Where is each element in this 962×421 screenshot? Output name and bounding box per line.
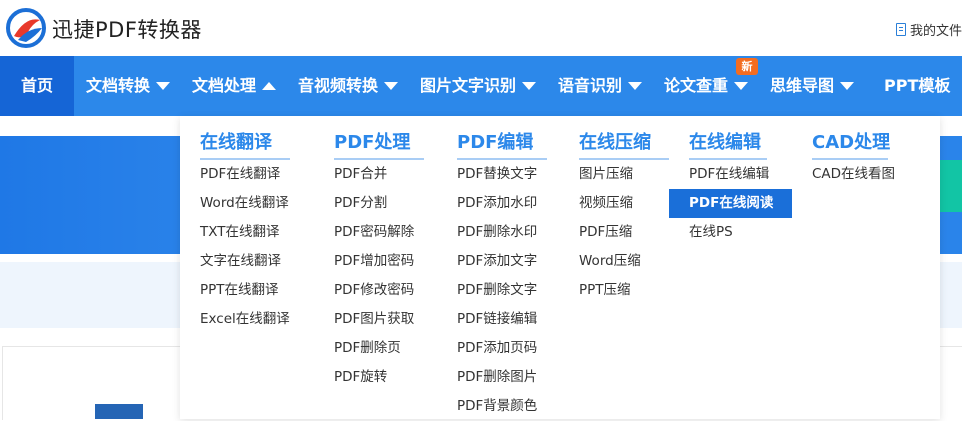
col-title-online-edit: 在线编辑: [689, 128, 767, 160]
nav-item-label: PPT模板: [884, 76, 951, 95]
chevron-down-icon: [156, 82, 171, 90]
nav-item-label: 思维导图: [770, 76, 835, 95]
nav-item-doc-process[interactable]: 文档处理: [192, 56, 277, 116]
nav-item-label: 文档转换: [86, 76, 151, 95]
menu-item-cad-viewer[interactable]: CAD在线看图: [812, 160, 895, 189]
nav-item-doc-convert[interactable]: 文档转换: [86, 56, 171, 116]
menu-item-pdf-replace-text[interactable]: PDF替换文字: [457, 160, 537, 189]
menu-item-pdf-compress[interactable]: PDF压缩: [579, 218, 632, 247]
menu-item-pdf-change-password[interactable]: PDF修改密码: [334, 276, 414, 305]
menu-item-pdf-link-edit[interactable]: PDF链接编辑: [457, 305, 537, 334]
menu-item-ppt-translate[interactable]: PPT在线翻译: [200, 276, 279, 305]
menu-item-pdf-remove-watermark[interactable]: PDF删除水印: [457, 218, 537, 247]
chevron-down-icon: [628, 82, 643, 90]
chevron-down-icon: [522, 82, 537, 90]
menu-item-pdf-delete-text[interactable]: PDF删除文字: [457, 276, 537, 305]
menu-item-online-ps[interactable]: 在线PS: [689, 218, 733, 247]
nav-item-ocr[interactable]: 图片文字识别: [420, 56, 537, 116]
brand-title[interactable]: 迅捷PDF转换器: [52, 14, 202, 44]
header: 迅捷PDF转换器 我的文件: [0, 0, 962, 56]
nav-item-av-convert[interactable]: 音视频转换: [298, 56, 399, 116]
menu-item-pdf-add-password[interactable]: PDF增加密码: [334, 247, 414, 276]
menu-item-pdf-unlock[interactable]: PDF密码解除: [334, 218, 414, 247]
menu-item-pdf-background-color[interactable]: PDF背景颜色: [457, 392, 537, 421]
nav-item-mindmap[interactable]: 思维导图: [770, 56, 855, 116]
doc-process-dropdown: 在线翻译 PDF在线翻译 Word在线翻译 TXT在线翻译 文字在线翻译 PPT…: [180, 116, 940, 419]
col-title-compress: 在线压缩: [579, 128, 669, 160]
nav-item-label: 语音识别: [558, 76, 623, 95]
nav-item-label: 音视频转换: [298, 76, 379, 95]
menu-item-pdf-translate[interactable]: PDF在线翻译: [200, 160, 280, 189]
menu-item-pdf-rotate[interactable]: PDF旋转: [334, 363, 387, 392]
menu-item-pdf-online-read[interactable]: PDF在线阅读: [669, 189, 792, 218]
menu-item-txt-translate[interactable]: TXT在线翻译: [200, 218, 280, 247]
menu-item-pdf-add-page-number[interactable]: PDF添加页码: [457, 334, 537, 363]
menu-item-word-compress[interactable]: Word压缩: [579, 247, 641, 276]
col-title-pdf-edit: PDF编辑: [457, 128, 547, 160]
menu-item-word-translate[interactable]: Word在线翻译: [200, 189, 289, 218]
my-files-label: 我的文件: [909, 24, 962, 39]
menu-item-excel-translate[interactable]: Excel在线翻译: [200, 305, 290, 334]
nav-item-label: 首页: [20, 76, 53, 95]
chevron-down-icon: [734, 82, 749, 90]
nav-item-speech[interactable]: 语音识别: [558, 56, 643, 116]
menu-item-pdf-split[interactable]: PDF分割: [334, 189, 387, 218]
menu-item-pdf-merge[interactable]: PDF合并: [334, 160, 387, 189]
document-icon: [895, 23, 906, 36]
nav-item-ppt-template[interactable]: PPT模板: [884, 56, 950, 116]
col-title-translate: 在线翻译: [200, 128, 290, 160]
menu-item-pdf-extract-images[interactable]: PDF图片获取: [334, 305, 414, 334]
my-files-link[interactable]: 我的文件: [895, 20, 962, 39]
nav-item-label: 论文查重: [664, 76, 729, 95]
menu-item-pdf-delete-image[interactable]: PDF删除图片: [457, 363, 537, 392]
menu-item-video-compress[interactable]: 视频压缩: [579, 189, 633, 218]
main-nav: 首页 文档转换 文档处理 音视频转换 图片文字识别 语音识别 论文查重 思维导图…: [0, 56, 962, 116]
nav-item-label: 图片文字识别: [420, 76, 517, 95]
menu-item-pdf-add-watermark[interactable]: PDF添加水印: [457, 189, 537, 218]
new-badge: 新: [736, 58, 758, 75]
col-title-pdf-process: PDF处理: [334, 128, 424, 160]
content-thumbnail: [95, 404, 143, 419]
chevron-down-icon: [840, 82, 855, 90]
nav-item-label: 文档处理: [192, 76, 257, 95]
menu-item-pdf-add-text[interactable]: PDF添加文字: [457, 247, 537, 276]
menu-item-ppt-compress[interactable]: PPT压缩: [579, 276, 631, 305]
menu-item-pdf-delete-page[interactable]: PDF删除页: [334, 334, 401, 363]
banner-side-button[interactable]: [938, 160, 962, 212]
chevron-down-icon: [384, 82, 399, 90]
col-title-cad: CAD处理: [812, 128, 890, 160]
menu-item-text-translate[interactable]: 文字在线翻译: [200, 247, 281, 276]
menu-item-pdf-online-edit[interactable]: PDF在线编辑: [689, 160, 769, 189]
menu-item-image-compress[interactable]: 图片压缩: [579, 160, 633, 189]
nav-item-home[interactable]: 首页: [0, 56, 74, 116]
chevron-up-icon: [262, 82, 277, 90]
logo-icon[interactable]: [6, 6, 46, 50]
